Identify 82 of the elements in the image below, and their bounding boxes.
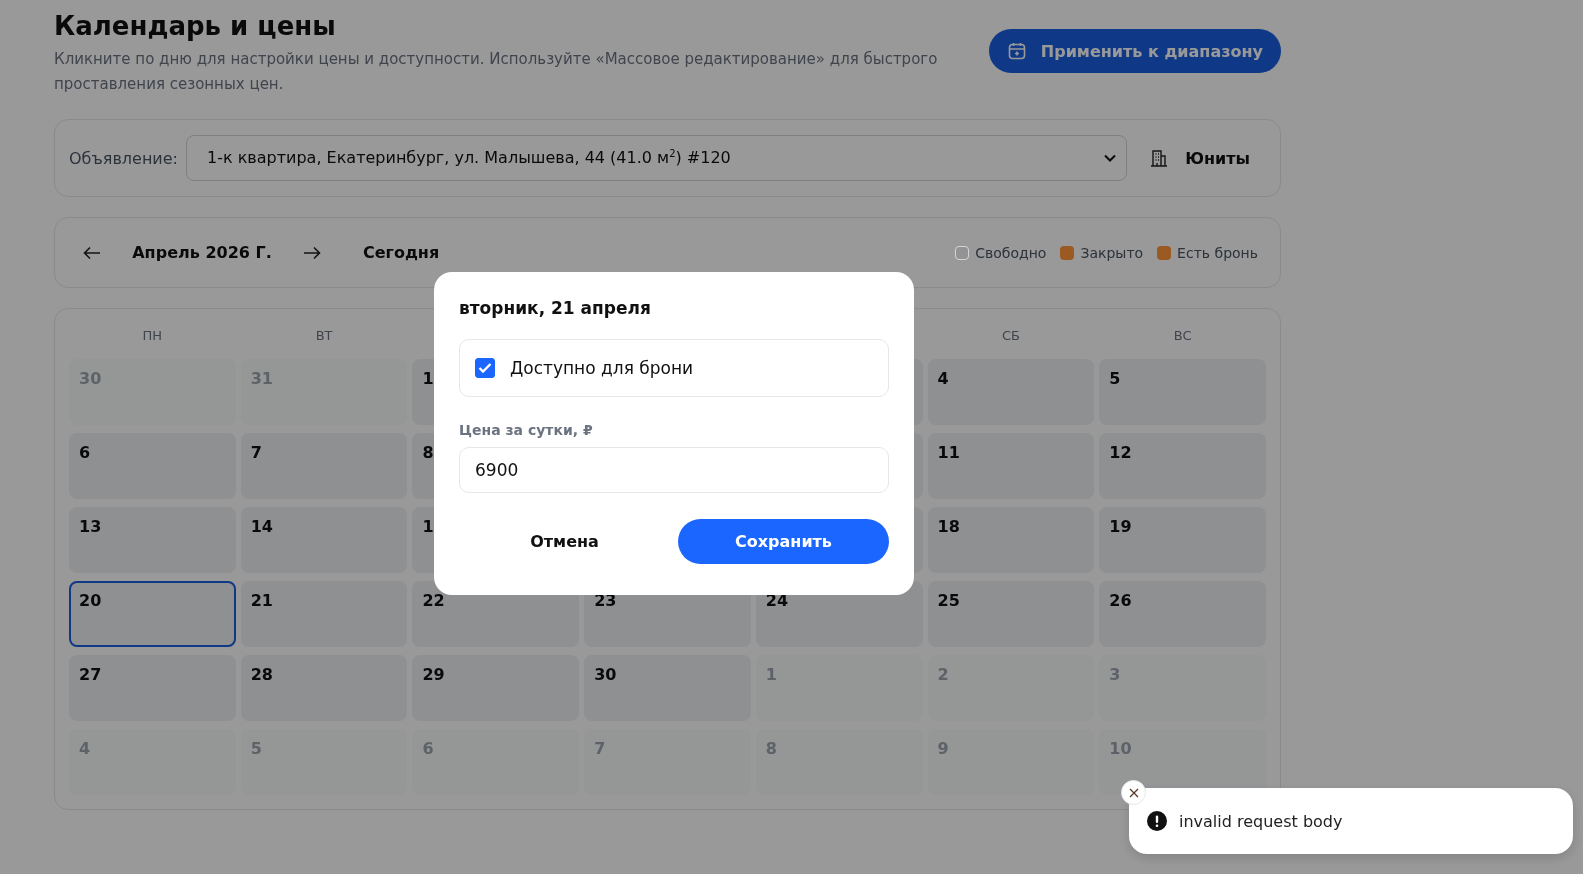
- day-number: 7: [594, 739, 606, 758]
- legend-label: Есть бронь: [1177, 244, 1258, 261]
- day-cell[interactable]: 7: [240, 433, 408, 499]
- day-cell[interactable]: 12: [1099, 433, 1266, 499]
- close-icon: [1128, 787, 1139, 798]
- day-cell[interactable]: 6: [69, 433, 236, 499]
- month-label: Апрель 2026 Г.: [131, 243, 273, 262]
- page-title: Календарь и цены: [54, 11, 337, 41]
- day-number: 31: [250, 369, 273, 388]
- chevron-down-icon: [1104, 154, 1117, 162]
- day-number: 9: [937, 739, 949, 758]
- day-number: 4: [79, 739, 91, 758]
- day-number: 30: [79, 369, 102, 388]
- day-number: 2: [937, 665, 949, 684]
- page-subtitle: Кликните по дню для настройки цены и доступности. Используйте «Массовое редактирование» для быстрого проставления сезонных цен.: [54, 49, 939, 95]
- day-number: 21: [250, 591, 273, 610]
- listing-label: Объявление:: [69, 148, 178, 168]
- day-cell[interactable]: 20: [69, 581, 236, 647]
- day-number: 1: [422, 517, 434, 536]
- cancel-button[interactable]: Отмена: [459, 519, 670, 564]
- day-cell[interactable]: 19: [1099, 507, 1266, 573]
- day-number: 30: [594, 665, 617, 684]
- day-number: 5: [250, 739, 262, 758]
- day-cell[interactable]: 18: [927, 507, 1095, 573]
- availability-option[interactable]: Доступно для брони: [459, 339, 889, 397]
- calendar-plus-icon: [1006, 41, 1027, 61]
- listing-select[interactable]: 1-к квартира, Екатеринбург, ул. Малышева, 44 (41.0 м$^{2}$) #120: [186, 135, 1128, 181]
- arrow-left-icon: [83, 245, 101, 260]
- day-number: 8: [765, 739, 777, 758]
- today-button[interactable]: Сегодня: [357, 242, 446, 263]
- day-cell[interactable]: 27: [69, 655, 236, 721]
- day-number: 1: [422, 369, 434, 388]
- day-cell[interactable]: 21: [240, 581, 408, 647]
- weekday-label: ВС: [1173, 328, 1192, 343]
- toast-message: invalid request body: [1179, 811, 1343, 831]
- day-number: 26: [1109, 591, 1132, 610]
- day-cell[interactable]: 26: [1099, 581, 1266, 647]
- day-number: 10: [1109, 739, 1132, 758]
- day-number: 7: [250, 443, 262, 462]
- day-cell[interactable]: 28: [240, 655, 408, 721]
- units-button[interactable]: Юниты: [1135, 148, 1266, 168]
- day-number: 6: [79, 443, 91, 462]
- day-number: 3: [1109, 665, 1121, 684]
- day-number: 8: [422, 443, 434, 462]
- day-number: 4: [937, 369, 949, 388]
- day-number: 28: [250, 665, 273, 684]
- dialog-title: вторник, 21 апреля: [459, 298, 652, 318]
- price-label: Цена за сутки, ₽: [459, 422, 594, 438]
- apply-range-button[interactable]: Применить к диапазону: [988, 29, 1281, 73]
- day-cell[interactable]: 29: [412, 655, 580, 721]
- day-cell[interactable]: 30: [584, 655, 751, 721]
- day-number: 13: [79, 517, 102, 536]
- day-cell[interactable]: 11: [927, 433, 1095, 499]
- day-cell[interactable]: 4: [927, 359, 1095, 425]
- day-number: 12: [1109, 443, 1132, 462]
- day-number: 25: [937, 591, 960, 610]
- weekday-label: СБ: [1001, 328, 1020, 343]
- day-number: 14: [250, 517, 273, 536]
- day-number: 6: [422, 739, 434, 758]
- day-number: 22: [422, 591, 445, 610]
- weekday-label: ВТ: [315, 328, 333, 343]
- day-number: 11: [937, 443, 960, 462]
- checkbox[interactable]: [475, 358, 495, 378]
- day-number: 29: [422, 665, 445, 684]
- weekday-label: ПН: [142, 328, 163, 343]
- day-cell[interactable]: 5: [1099, 359, 1266, 425]
- day-cell[interactable]: 13: [69, 507, 236, 573]
- day-cell[interactable]: 14: [240, 507, 408, 573]
- save-button[interactable]: Сохранить: [678, 519, 889, 564]
- day-number: 20: [79, 591, 102, 610]
- error-icon: [1147, 811, 1167, 831]
- legend-label: Свободно: [975, 244, 1047, 261]
- day-number: 5: [1109, 369, 1121, 388]
- price-field[interactable]: 6900: [459, 447, 889, 493]
- building-icon: [1149, 148, 1170, 168]
- day-number: 1: [765, 665, 777, 684]
- day-cell[interactable]: 25: [927, 581, 1095, 647]
- day-number: 18: [937, 517, 960, 536]
- day-number: 19: [1109, 517, 1132, 536]
- day-number: 27: [79, 665, 102, 684]
- arrow-right-icon: [303, 245, 321, 260]
- legend-label: Закрыто: [1080, 244, 1144, 261]
